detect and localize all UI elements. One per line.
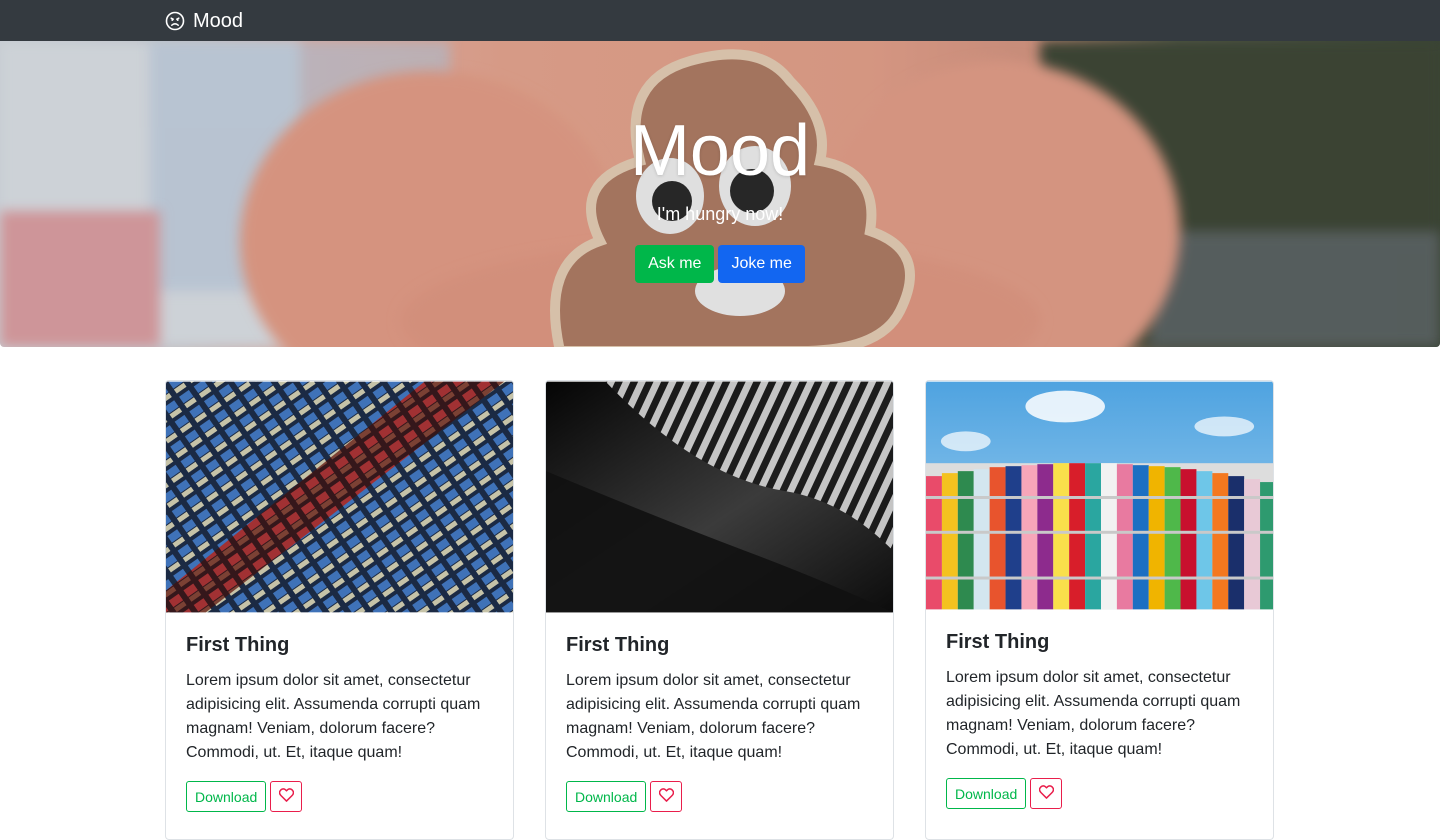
navbar: Mood [0,0,1440,41]
like-button[interactable] [1030,778,1063,809]
brand-label: Mood [193,10,244,32]
download-button[interactable]: Download [186,781,267,812]
card-body: First Thing Lorem ipsum dolor sit amet, … [926,610,1273,829]
ask-me-button[interactable]: Ask me [635,245,715,283]
card: First Thing Lorem ipsum dolor sit amet, … [925,380,1274,840]
like-button[interactable] [270,781,303,812]
card-actions: Download [566,781,873,812]
card: First Thing Lorem ipsum dolor sit amet, … [545,380,894,840]
hero-overlay [0,41,1440,347]
card-title: First Thing [946,631,1050,653]
download-button[interactable]: Download [566,781,647,812]
card-actions: Download [946,778,1253,809]
hero-buttons: Ask me Joke me [0,245,1440,283]
hero-banner: Mood I'm hungry now! Ask me Joke me [0,41,1440,347]
like-button[interactable] [650,781,683,812]
sad-face-icon [165,11,185,31]
download-button[interactable]: Download [946,778,1027,809]
building-facade-photo [166,381,513,613]
joke-me-button[interactable]: Joke me [718,245,805,283]
card-text: Lorem ipsum dolor sit amet, consectetur … [946,669,1241,758]
card: First Thing Lorem ipsum dolor sit amet, … [165,380,514,840]
card-body: First Thing Lorem ipsum dolor sit amet, … [546,613,893,832]
colorful-facade-photo [926,381,1273,610]
heart-icon [1038,785,1055,802]
card-actions: Download [186,781,493,812]
hero-subtitle: I'm hungry now! [656,204,784,224]
abstract-architecture-photo [546,381,893,613]
heart-icon [658,788,675,805]
card-body: First Thing Lorem ipsum dolor sit amet, … [166,613,513,832]
hero-title: Mood [629,111,811,191]
card-text: Lorem ipsum dolor sit amet, consectetur … [566,672,861,761]
navbar-brand[interactable]: Mood [165,9,243,33]
heart-icon [278,788,295,805]
card-text: Lorem ipsum dolor sit amet, consectetur … [186,672,481,761]
card-title: First Thing [186,634,290,656]
card-title: First Thing [566,634,670,656]
